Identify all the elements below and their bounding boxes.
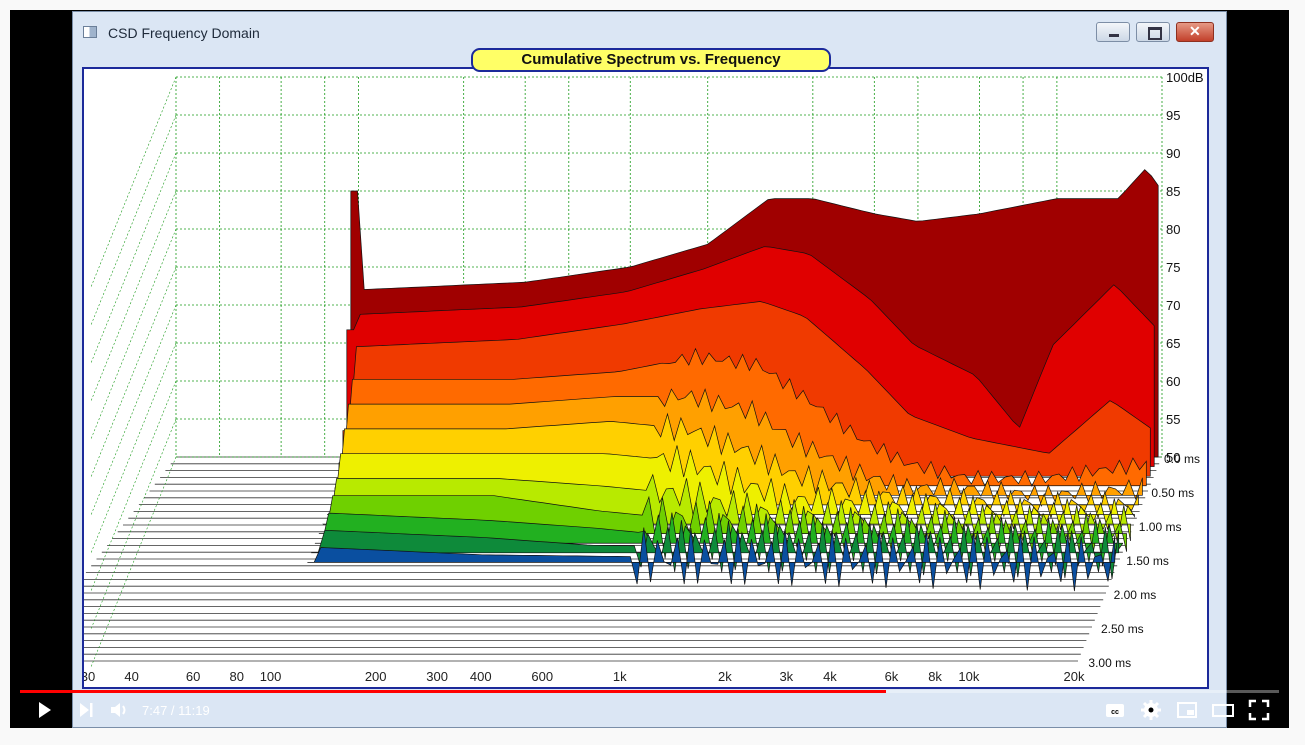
x-tick-label: 20k bbox=[1064, 669, 1085, 684]
volume-icon[interactable] bbox=[107, 698, 131, 722]
x-tick-label: 80 bbox=[229, 669, 243, 684]
side-grid-line bbox=[90, 456, 177, 668]
x-tick-label: 1k bbox=[613, 669, 627, 684]
close-button[interactable] bbox=[1176, 22, 1214, 42]
z-tick-label: 2.50 ms bbox=[1101, 622, 1144, 636]
y-tick-label: 85 bbox=[1166, 184, 1180, 199]
x-tick-label: 10k bbox=[958, 669, 979, 684]
x-tick-label: 6k bbox=[885, 669, 899, 684]
chart-title: Cumulative Spectrum vs. Frequency bbox=[471, 48, 831, 72]
y-tick-label: 80 bbox=[1166, 222, 1180, 237]
app-window-icon bbox=[83, 26, 97, 38]
side-grid-line bbox=[90, 342, 177, 554]
side-grid-line bbox=[90, 266, 177, 478]
y-tick-label: 90 bbox=[1166, 146, 1180, 161]
side-grid-line bbox=[90, 228, 177, 440]
video-player[interactable]: CSD Frequency Domain 100dB 95 90 85 80 75 70 65… bbox=[10, 10, 1289, 728]
y-tick-label: 60 bbox=[1166, 374, 1180, 389]
y-tick-label: 65 bbox=[1166, 336, 1180, 351]
x-tick-label: 60 bbox=[186, 669, 200, 684]
maximize-button[interactable] bbox=[1136, 22, 1170, 42]
z-tick-label: 3.00 ms bbox=[1088, 656, 1131, 670]
z-tick-label: 2.00 ms bbox=[1114, 588, 1157, 602]
x-tick-label: 2k bbox=[718, 669, 732, 684]
side-grid-line bbox=[90, 190, 177, 402]
x-tick-label: 400 bbox=[470, 669, 492, 684]
y-tick-label: 100dB bbox=[1166, 70, 1204, 85]
x-tick-label: 200 bbox=[365, 669, 387, 684]
x-tick-label: 3k bbox=[779, 669, 793, 684]
z-tick-label: 1.00 ms bbox=[1139, 520, 1182, 534]
side-grid-line bbox=[90, 418, 177, 630]
side-grid-line bbox=[90, 76, 177, 288]
csd-chart: 100dB959085807570656055500.0 ms0.50 ms1.… bbox=[84, 70, 1204, 684]
y-tick-label: 55 bbox=[1166, 412, 1180, 427]
side-grid-line bbox=[90, 380, 177, 592]
plot-area: 100dB 95 90 85 80 75 70 65 60 55 50 0.0 ms 0.50 ms 1.… bbox=[82, 67, 1209, 689]
z-tick-label: 0.0 ms bbox=[1164, 452, 1200, 466]
x-tick-label: 8k bbox=[928, 669, 942, 684]
csd-window: CSD Frequency Domain 100dB 95 90 85 80 75 70 65… bbox=[72, 11, 1227, 728]
player-controls: 7:47 / 11:19 cc bbox=[10, 692, 1289, 728]
side-grid-line bbox=[90, 114, 177, 326]
y-tick-label: 95 bbox=[1166, 108, 1180, 123]
minimize-button[interactable] bbox=[1096, 22, 1130, 42]
x-tick-label: 300 bbox=[426, 669, 448, 684]
captions-icon[interactable]: cc bbox=[1103, 698, 1127, 722]
y-tick-label: 75 bbox=[1166, 260, 1180, 275]
x-tick-label: 4k bbox=[823, 669, 837, 684]
time-display: 7:47 / 11:19 bbox=[142, 703, 210, 718]
next-icon[interactable] bbox=[74, 698, 98, 722]
settings-icon[interactable] bbox=[1139, 698, 1163, 722]
fullscreen-icon[interactable] bbox=[1247, 698, 1271, 722]
z-tick-label: 0.50 ms bbox=[1151, 486, 1194, 500]
side-grid-line bbox=[90, 152, 177, 364]
x-tick-label: 40 bbox=[124, 669, 138, 684]
window-title: CSD Frequency Domain bbox=[108, 25, 260, 41]
theater-icon[interactable] bbox=[1211, 698, 1235, 722]
svg-text:cc: cc bbox=[1111, 709, 1119, 716]
z-tick-label: 1.50 ms bbox=[1126, 554, 1169, 568]
y-tick-label: 70 bbox=[1166, 298, 1180, 313]
side-grid-line bbox=[90, 304, 177, 516]
x-tick-label: 600 bbox=[531, 669, 553, 684]
x-tick-label: 100 bbox=[260, 669, 282, 684]
miniplayer-icon[interactable] bbox=[1175, 698, 1199, 722]
x-tick-label: 30 bbox=[84, 669, 95, 684]
play-icon[interactable] bbox=[32, 698, 56, 722]
